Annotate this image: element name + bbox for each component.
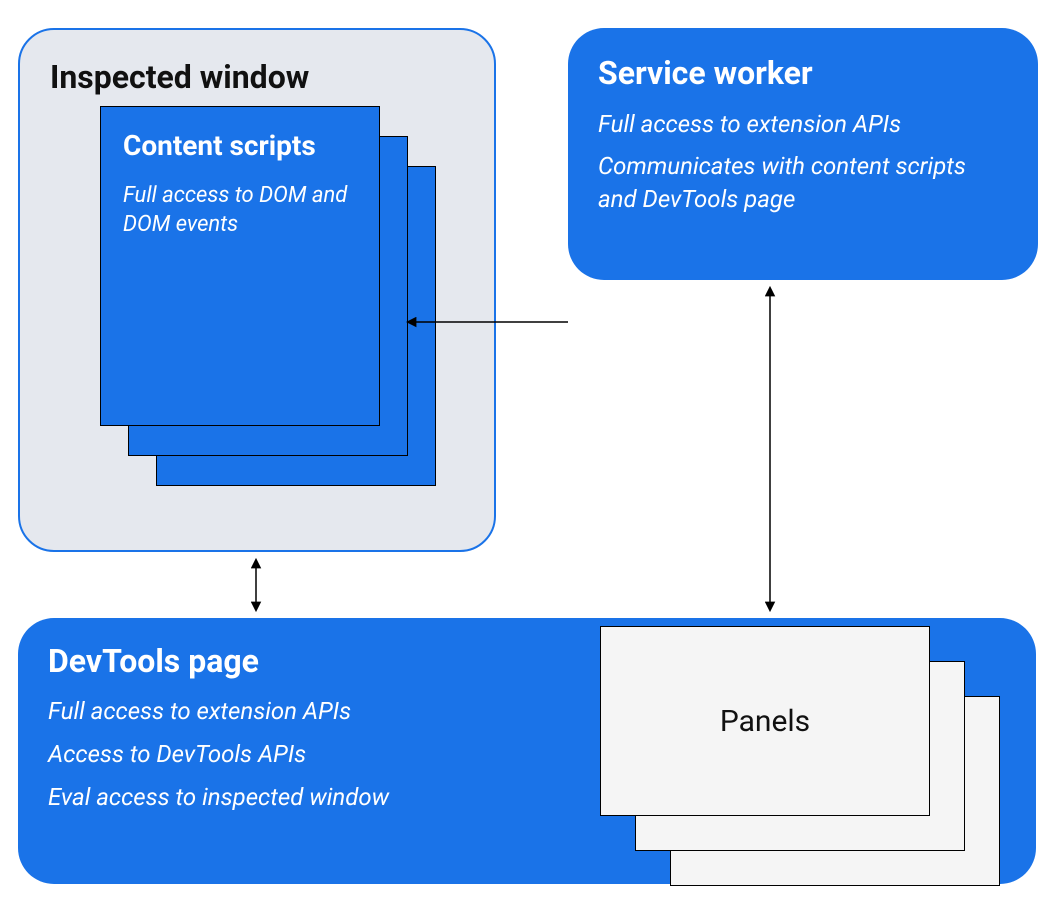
content-script-card: Content scripts Full access to DOM and D… (100, 106, 380, 426)
service-worker-box: Service worker Full access to extension … (568, 28, 1038, 280)
content-scripts-title: Content scripts (123, 129, 357, 163)
devtools-architecture-diagram: Inspected window Content scripts Full ac… (0, 0, 1053, 904)
content-scripts-desc: Full access to DOM and DOM events (123, 181, 357, 240)
panel-card: Panels (600, 626, 930, 816)
inspected-window-title: Inspected window (50, 58, 464, 96)
service-worker-title: Service worker (598, 54, 1008, 92)
service-worker-line: Full access to extension APIs (598, 108, 1008, 140)
panels-label: Panels (720, 704, 810, 739)
inspected-window-box: Inspected window Content scripts Full ac… (18, 28, 496, 552)
service-worker-line: Communicates with content scripts and De… (598, 150, 1008, 215)
panels-stack: Panels (600, 626, 1030, 896)
content-scripts-stack: Content scripts Full access to DOM and D… (100, 106, 420, 486)
